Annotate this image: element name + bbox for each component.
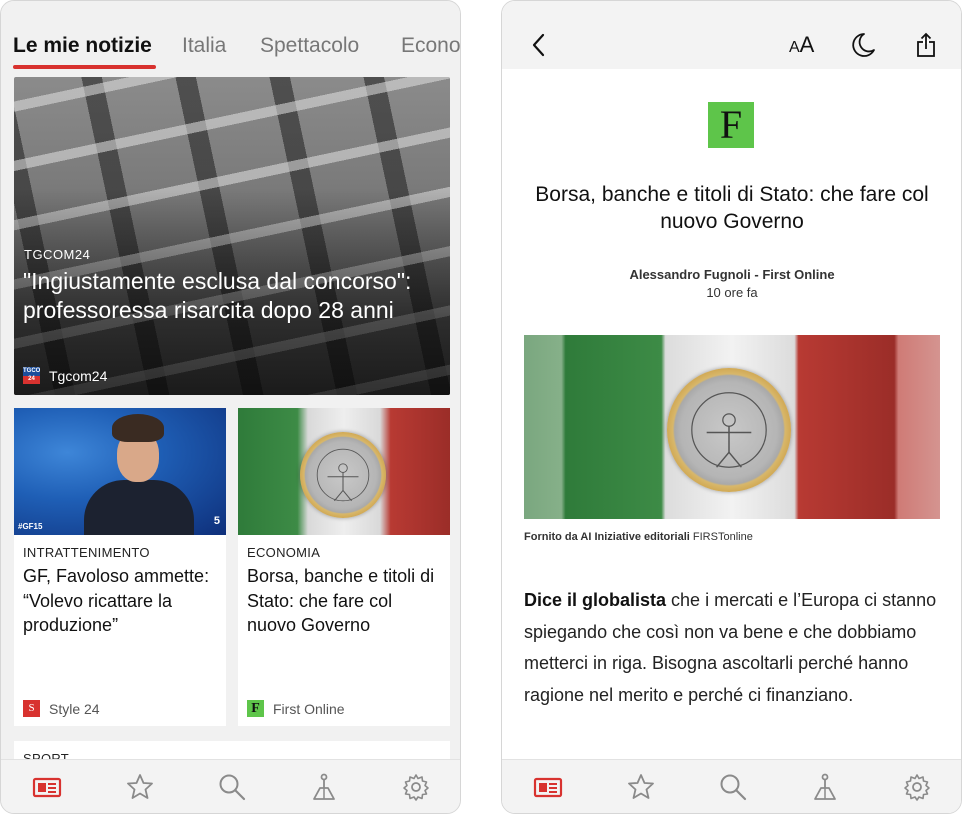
channel-logo: 5 <box>213 515 220 527</box>
article-card-economia[interactable]: ECONOMIA Borsa, banche e titoli di Stato… <box>238 408 450 726</box>
chevron-left-icon[interactable] <box>526 31 554 59</box>
article-body: Dice il globalista che i mercati e l’Eur… <box>524 585 940 711</box>
article-timestamp: 10 ore fa <box>706 285 758 300</box>
tgcom24-logo-icon: TGCOM 24 <box>23 367 40 384</box>
article-image-gf: #GF15 5 <box>14 408 226 535</box>
card-publisher-name: First Online <box>273 700 345 717</box>
search-icon[interactable] <box>718 772 748 802</box>
card-publisher: F First Online <box>247 700 345 717</box>
section-tabs: Le mie notizie Italia Spettacolo Econo <box>1 1 460 71</box>
firstonline-logo: F <box>708 102 754 148</box>
star-icon[interactable] <box>125 772 155 802</box>
search-icon[interactable] <box>217 772 247 802</box>
card-title: GF, Favoloso ammette: “Volevo ricattare … <box>23 566 210 635</box>
style24-logo-icon: S <box>23 700 40 717</box>
tab-italia[interactable]: Italia <box>182 34 226 58</box>
tab-economia[interactable]: Econo <box>401 34 460 58</box>
hero-publisher: TGCOM 24 Tgcom24 <box>23 367 107 384</box>
tab-le-mie-notizie[interactable]: Le mie notizie <box>13 34 152 58</box>
article-detail-screen: AA F Borsa, banche e titoli di Stato: ch… <box>501 0 962 814</box>
hero-title: "Ingiustamente esclusa dal concorso": pr… <box>23 268 412 323</box>
hero-publisher-name: Tgcom24 <box>49 367 108 384</box>
card-publisher-name: Style 24 <box>49 700 100 717</box>
news-icon[interactable] <box>533 772 563 802</box>
moon-icon[interactable] <box>850 31 878 59</box>
image-credit: Fornito da AI Iniziative editoriali FIRS… <box>524 531 753 543</box>
star-icon[interactable] <box>626 772 656 802</box>
local-icon[interactable] <box>810 772 840 802</box>
euro-coin-image <box>300 432 386 518</box>
news-icon[interactable] <box>32 772 62 802</box>
article-title: Borsa, banche e titoli di Stato: che far… <box>535 183 929 233</box>
active-tab-indicator <box>13 65 156 69</box>
settings-icon[interactable] <box>902 772 932 802</box>
euro-coin-image <box>667 368 791 492</box>
hero-article-card[interactable]: TGCOM24 "Ingiustamente esclusa dal conco… <box>14 77 450 395</box>
article-lead: Dice il globalista <box>524 590 667 610</box>
tab-spettacolo[interactable]: Spettacolo <box>260 34 359 58</box>
news-feed-screen: Le mie notizie Italia Spettacolo Econo T… <box>0 0 461 814</box>
article-image-euro-coin <box>238 408 450 535</box>
text-size-button[interactable]: AA <box>789 32 814 58</box>
article-card-gf[interactable]: #GF15 5 INTRATTENIMENTO GF, Favoloso amm… <box>14 408 226 726</box>
local-icon[interactable] <box>309 772 339 802</box>
share-icon[interactable] <box>912 31 940 59</box>
settings-icon[interactable] <box>401 772 431 802</box>
firstonline-logo-icon: F <box>247 700 264 717</box>
article-author: Alessandro Fugnoli - First Online <box>629 267 835 282</box>
card-title: Borsa, banche e titoli di Stato: che far… <box>247 566 435 635</box>
hero-source-label: TGCOM24 <box>24 247 91 262</box>
article-header-bar: AA <box>502 1 961 69</box>
article-image-euro-coin <box>524 335 940 519</box>
gf15-tag: #GF15 <box>18 522 43 531</box>
card-category: INTRATTENIMENTO <box>23 545 150 560</box>
card-publisher: S Style 24 <box>23 700 100 717</box>
bottom-nav <box>502 759 961 813</box>
card-category: ECONOMIA <box>247 545 321 560</box>
bottom-nav <box>1 759 460 813</box>
